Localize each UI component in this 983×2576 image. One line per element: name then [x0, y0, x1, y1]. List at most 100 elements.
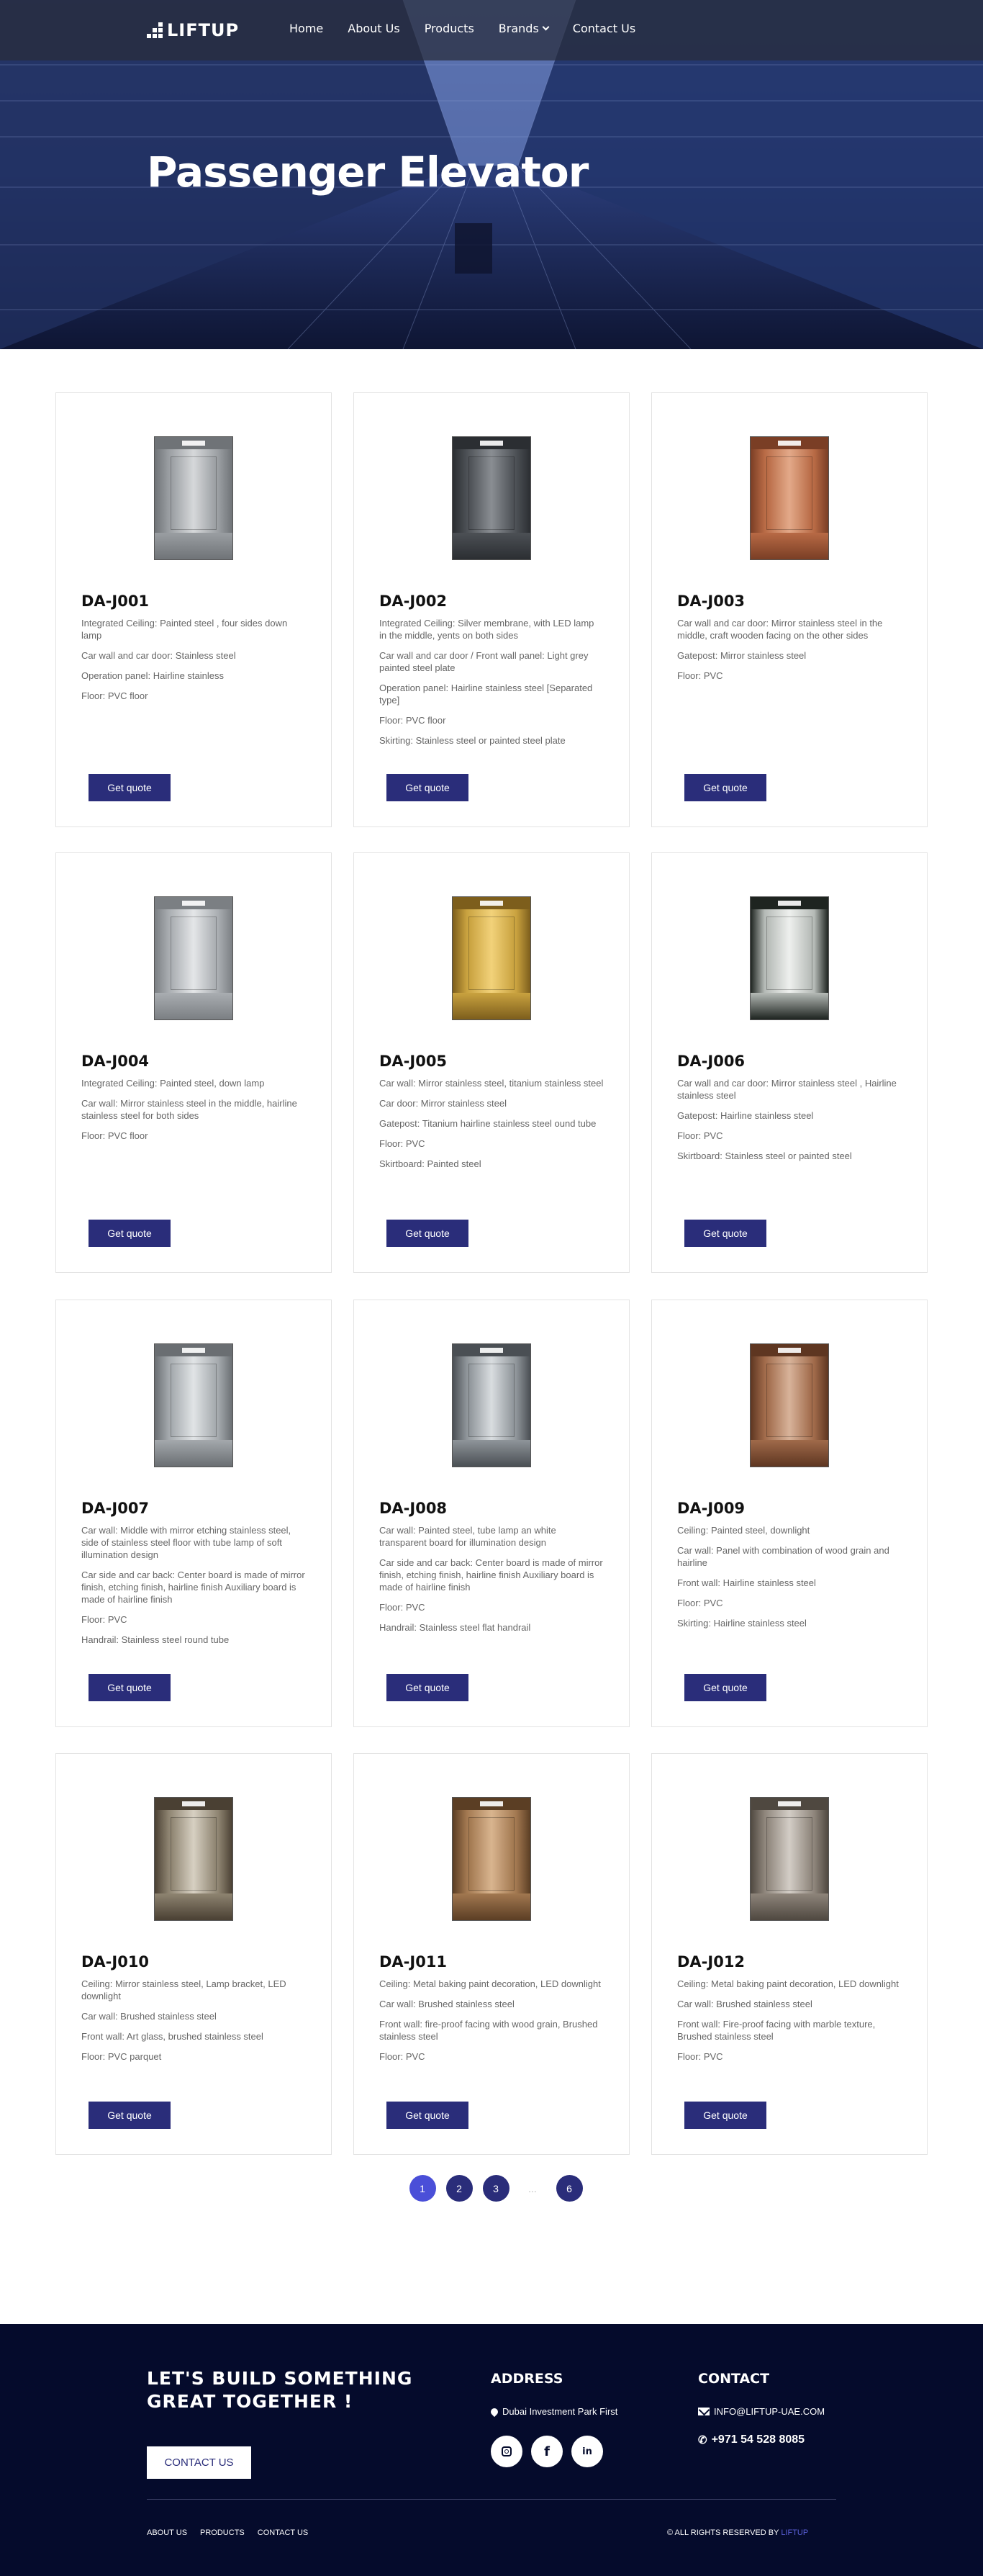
footer-link-about-us[interactable]: ABOUT US	[147, 2528, 187, 2537]
product-card: DA-J011 Ceiling: Metal baking paint decor…	[353, 1753, 630, 2155]
product-specs: Car wall and car door: Mirror stainless …	[677, 1077, 902, 1162]
product-card: DA-J002 Integrated Ceiling: Silver membra…	[353, 392, 630, 827]
cta-heading: LET'S BUILD SOMETHING GREAT TOGETHER !	[147, 2367, 412, 2413]
product-specs: Integrated Ceiling: Painted steel , four…	[81, 617, 306, 702]
get-quote-button[interactable]: Get quote	[386, 1220, 468, 1247]
nav-brands[interactable]: Brands	[498, 22, 550, 35]
linkedin-icon[interactable]: in	[571, 2436, 603, 2467]
elevator-cabin-image	[154, 1797, 233, 1921]
product-specs: Integrated Ceiling: Silver membrane, wit…	[379, 617, 604, 747]
product-spec-line: Floor: PVC floor	[81, 1130, 148, 1141]
product-spec-line: Handrail: Stainless steel round tube	[81, 1634, 230, 1645]
product-specs: Car wall: Mirror stainless steel, titani…	[379, 1077, 604, 1170]
page-3-button[interactable]: 3	[482, 2175, 509, 2202]
product-spec-line: Car side and car back: Center board is m…	[81, 1570, 305, 1605]
elevator-cabin-image	[750, 1797, 829, 1921]
product-spec-line: Car wall and car door / Front wall panel…	[379, 650, 589, 673]
contact-us-button[interactable]: CONTACT US	[147, 2446, 251, 2479]
phone-text: +971 54 528 8085	[711, 2433, 805, 2446]
page-title: Passenger Elevator	[147, 148, 589, 197]
product-spec-line: Skirting: Stainless steel or painted ste…	[379, 735, 566, 746]
product-spec-line: Ceiling: Metal baking paint decoration, …	[379, 1978, 601, 1989]
instagram-icon[interactable]	[491, 2436, 522, 2467]
product-spec-line: Car wall: Brushed stainless steel	[379, 1999, 515, 2009]
cta-heading-line-1: LET'S BUILD SOMETHING	[147, 2368, 413, 2389]
product-code: DA-J003	[677, 593, 746, 610]
product-code: DA-J005	[379, 1053, 448, 1070]
get-quote-button[interactable]: Get quote	[89, 2102, 171, 2129]
phone-line[interactable]: ✆ +971 54 528 8085	[698, 2433, 805, 2446]
product-spec-line: Gatepost: Titanium hairline stainless st…	[379, 1118, 597, 1129]
product-spec-line: Operation panel: Hairline stainless	[81, 670, 224, 681]
address-text: Dubai Investment Park First	[502, 2406, 618, 2417]
elevator-cabin-image	[452, 436, 531, 560]
product-spec-line: Floor: PVC	[677, 1598, 723, 1608]
product-card: DA-J008 Car wall: Painted steel, tube lam…	[353, 1300, 630, 1727]
site-footer: LET'S BUILD SOMETHING GREAT TOGETHER ! C…	[0, 2324, 983, 2576]
elevator-cabin-image	[154, 1343, 233, 1467]
product-spec-line: Ceiling: Mirror stainless steel, Lamp br…	[81, 1978, 286, 2001]
get-quote-button[interactable]: Get quote	[89, 1220, 171, 1247]
product-spec-line: Floor: PVC	[379, 1138, 425, 1149]
product-card: DA-J010 Ceiling: Mirror stainless steel, …	[55, 1753, 332, 2155]
footer-links: ABOUT US PRODUCTS CONTACT US	[147, 2528, 308, 2537]
product-spec-line: Integrated Ceiling: Painted steel, down …	[81, 1078, 265, 1089]
nav-about-us[interactable]: About Us	[348, 22, 399, 35]
product-spec-line: Car side and car back: Center board is m…	[379, 1557, 603, 1593]
get-quote-button[interactable]: Get quote	[386, 2102, 468, 2129]
footer-link-products[interactable]: PRODUCTS	[200, 2528, 245, 2537]
page-6-button[interactable]: 6	[556, 2175, 583, 2202]
product-card: DA-J005 Car wall: Mirror stainless steel,…	[353, 852, 630, 1273]
product-spec-line: Car wall: Brushed stainless steel	[677, 1999, 812, 2009]
product-spec-line: Floor: PVC	[677, 2051, 723, 2062]
social-links: f in	[491, 2436, 603, 2467]
product-card: DA-J003 Car wall and car door: Mirror sta…	[651, 392, 928, 827]
cta-heading-line-2: GREAT TOGETHER !	[147, 2391, 353, 2412]
pagination-ellipsis: ...	[528, 2182, 537, 2194]
copyright-brand[interactable]: LIFTUP	[781, 2528, 808, 2537]
get-quote-button[interactable]: Get quote	[386, 774, 468, 801]
product-grid: DA-J001 Integrated Ceiling: Painted steel…	[55, 392, 928, 2155]
product-spec-line: Floor: PVC parquet	[81, 2051, 162, 2062]
footer-link-contact-us[interactable]: CONTACT US	[258, 2528, 309, 2537]
nav-contact-us[interactable]: Contact Us	[573, 22, 635, 35]
nav-products[interactable]: Products	[425, 22, 474, 35]
contact-heading: CONTACT	[698, 2371, 770, 2387]
product-spec-line: Gatepost: Hairline stainless steel	[677, 1110, 814, 1121]
page-1-button[interactable]: 1	[409, 2175, 436, 2202]
facebook-icon[interactable]: f	[531, 2436, 563, 2467]
get-quote-button[interactable]: Get quote	[89, 774, 171, 801]
product-code: DA-J012	[677, 1953, 746, 1971]
get-quote-button[interactable]: Get quote	[684, 1674, 766, 1701]
mail-icon	[698, 2408, 710, 2415]
get-quote-button[interactable]: Get quote	[684, 2102, 766, 2129]
nav-home[interactable]: Home	[289, 22, 323, 35]
nav-brands-label: Brands	[498, 22, 539, 35]
get-quote-button[interactable]: Get quote	[386, 1674, 468, 1701]
product-spec-line: Handrail: Stainless steel flat handrail	[379, 1622, 531, 1633]
product-spec-line: Car wall: Brushed stainless steel	[81, 2011, 217, 2022]
page-2-button[interactable]: 2	[445, 2175, 473, 2202]
product-spec-line: Floor: PVC	[379, 1602, 425, 1613]
copyright: © ALL RIGHTS RESERVED BY LIFTUP	[667, 2528, 808, 2537]
product-spec-line: Floor: PVC floor	[81, 690, 148, 701]
product-specs: Ceiling: Painted steel, downlight Car wal…	[677, 1524, 902, 1629]
chevron-down-icon	[542, 23, 550, 31]
get-quote-button[interactable]: Get quote	[684, 774, 766, 801]
elevator-cabin-image	[750, 436, 829, 560]
logo-text: LIFTUP	[167, 20, 240, 40]
logo-icon	[147, 22, 163, 38]
logo[interactable]: LIFTUP	[147, 19, 239, 41]
product-code: DA-J006	[677, 1053, 746, 1070]
product-spec-line: Car door: Mirror stainless steel	[379, 1098, 507, 1109]
product-spec-line: Skirting: Hairline stainless steel	[677, 1618, 807, 1629]
email-line[interactable]: INFO@LIFTUP-UAE.COM	[698, 2406, 825, 2417]
product-card: DA-J001 Integrated Ceiling: Painted steel…	[55, 392, 332, 827]
get-quote-button[interactable]: Get quote	[89, 1674, 171, 1701]
elevator-cabin-image	[750, 896, 829, 1020]
product-spec-line: Front wall: Fire-proof facing with marbl…	[677, 2019, 876, 2042]
get-quote-button[interactable]: Get quote	[684, 1220, 766, 1247]
product-spec-line: Integrated Ceiling: Silver membrane, wit…	[379, 618, 594, 641]
product-spec-line: Operation panel: Hairline stainless stee…	[379, 683, 593, 706]
product-spec-line: Skirtboard: Stainless steel or painted s…	[677, 1150, 852, 1161]
